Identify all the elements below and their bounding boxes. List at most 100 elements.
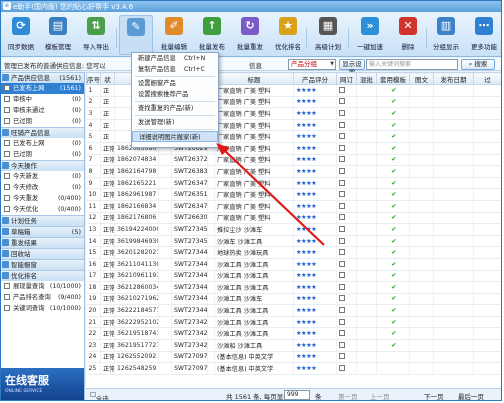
sidebar-group-0[interactable]: 产品供应信息 (1561)	[1, 72, 84, 83]
toolbar-button-6[interactable]: ↻ 批量重发	[233, 15, 267, 55]
last-page-link[interactable]: 最后一页	[458, 391, 484, 400]
sidebar-group-8[interactable]: 优化排名	[1, 270, 84, 281]
table-row[interactable]: 22正常36219518741 SWT273426 沙滩工具 沙滩工具★★★★ ✔	[86, 327, 501, 341]
category-select[interactable]: 产品分组 ▼	[288, 59, 336, 70]
toolbar-button-12[interactable]: ⋯ 更多功能	[467, 15, 501, 55]
row-checkbox[interactable]	[339, 260, 345, 267]
table-row[interactable]: 19正常36210271962 SWT273444 沙滩工具 沙滩车★★★★ ✔	[86, 293, 501, 306]
row-checkbox[interactable]	[339, 318, 345, 325]
sidebar-group-6[interactable]: 回收站	[1, 248, 84, 259]
row-checkbox[interactable]	[339, 225, 345, 232]
sidebar-item[interactable]: 审核中 (0)	[1, 94, 84, 105]
table-row[interactable]: 21正常36222952102 SWT273427 沙滩工具 沙滩工具★★★★ ✔	[86, 316, 501, 329]
menu-item[interactable]: 发送管理(新)	[132, 117, 218, 128]
row-checkbox[interactable]	[339, 214, 345, 221]
sidebar-item[interactable]: 今天重发 (0/400)	[1, 193, 84, 204]
sidebar-item[interactable]: 已发布上网 (1561)	[1, 83, 84, 94]
row-checkbox[interactable]	[339, 249, 345, 256]
menu-item[interactable]: 新建产品信息 Ctrl+N	[132, 53, 218, 64]
table-row[interactable]: 11正常1862166834 SWT263474 厂家直销 广美 塑料★★★★ ✔	[86, 200, 501, 213]
row-checkbox[interactable]	[339, 179, 345, 186]
toolbar-button-3[interactable]: ✎	[119, 15, 153, 55]
sidebar-item[interactable]: 展现量查询 (10/1000)	[1, 281, 84, 292]
sidebar-item[interactable]: 关键词查询 (10/1000)	[1, 303, 84, 314]
sidebar-item[interactable]: 已过期 (0)	[1, 149, 84, 160]
table-row[interactable]: 14正常36199846930 SWT273450 沙滩车 沙滩工具★★★★ ✔	[86, 235, 501, 248]
table-row[interactable]: 25正常1262548259 SWT270975 (基本信息) 中英文学★★★★	[86, 362, 501, 375]
row-checkbox[interactable]	[339, 237, 345, 244]
toolbar-button-0[interactable]: ⟳ 同步数据	[4, 15, 38, 55]
row-checkbox[interactable]	[339, 202, 345, 209]
toolbar-button-8[interactable]: ▦ 高级计划	[311, 15, 345, 55]
sidebar-group-2[interactable]: 今天操作	[1, 160, 84, 171]
row-checkbox[interactable]	[339, 144, 345, 151]
toolbar-button-11[interactable]: ▥ 分组显示	[429, 15, 463, 55]
grid-header-cell[interactable]: 序号	[86, 72, 101, 85]
grid-header-cell[interactable]: 过	[473, 72, 501, 85]
sidebar-item[interactable]: 今天优化 (0/400)	[1, 204, 84, 215]
per-page-select[interactable]: 999	[284, 390, 310, 400]
table-row[interactable]: 23正常36219517727 SWT273425 沙滩船 沙滩工具★★★★ ✔	[86, 339, 501, 352]
toolbar-button-9[interactable]: » 一键加速	[353, 15, 387, 55]
grid-header-cell[interactable]: 套用模板	[376, 72, 410, 85]
table-row[interactable]: 12正常1862176806 SWT266300 厂家直销 广美 塑料★★★★ ✔	[86, 212, 501, 225]
table-row[interactable]: 18正常36212860034 SWT273445 沙滩工具 沙滩工具★★★★ ✔	[86, 281, 501, 294]
row-checkbox[interactable]	[339, 341, 345, 348]
table-row[interactable]: 15正常36201282021 SWT273449 地球热卖 沙滩玩具★★★★ ✔	[86, 246, 501, 259]
grid-header-cell[interactable]: 网订	[336, 72, 357, 85]
table-row[interactable]: 20正常36222184577 SWT273440 沙滩工具 沙滩工具★★★★ ✔	[86, 304, 501, 317]
row-checkbox[interactable]	[339, 330, 345, 337]
row-checkbox[interactable]	[339, 353, 345, 360]
sidebar-item[interactable]: 已过期 (0)	[1, 116, 84, 127]
sidebar-item[interactable]: 已发布上网 (0)	[1, 138, 84, 149]
table-row[interactable]: 7正常1862074834 SWT263727 厂家直销 广美 塑料★★★★ ✔	[86, 154, 501, 167]
sidebar-item[interactable]: 产品排名查询 (9/400)	[1, 292, 84, 303]
menu-item[interactable]: 详细说明图片搬家(新)	[132, 131, 218, 142]
row-checkbox[interactable]	[339, 191, 345, 198]
grid-header-cell[interactable]: 图文	[409, 72, 434, 85]
online-service-banner[interactable]: 在线客服 ONLINE SERVICE	[1, 368, 84, 400]
row-checkbox[interactable]	[339, 98, 345, 105]
row-checkbox[interactable]	[339, 307, 345, 314]
row-checkbox[interactable]	[339, 133, 345, 140]
row-checkbox[interactable]	[339, 156, 345, 163]
toolbar-button-10[interactable]: ✕ 删除	[391, 15, 425, 55]
sidebar-item[interactable]: 今天新发 (0)	[1, 171, 84, 182]
sidebar-group-1[interactable]: 旺铺产品信息	[1, 127, 84, 138]
row-checkbox[interactable]	[339, 295, 345, 302]
row-checkbox[interactable]	[339, 109, 345, 116]
sidebar-group-4[interactable]: 草稿箱 (5)	[1, 226, 84, 237]
toolbar-button-1[interactable]: ▤ 模板管理	[41, 15, 75, 55]
menu-item[interactable]: 设置搜索推荐产品	[132, 89, 218, 100]
row-checkbox[interactable]	[339, 365, 345, 372]
toolbar-button-4[interactable]: ✐ 批量编辑	[157, 15, 191, 55]
table-row[interactable]: 24正常1262552092 SWT270979 (基本信息) 中英文学★★★★	[86, 351, 501, 364]
table-row[interactable]: 10正常1862961987 SWT263513 厂家直销 广美 塑料★★★★ ✔	[86, 188, 501, 201]
sidebar-item[interactable]: 今天修改 (0)	[1, 182, 84, 193]
first-page-link[interactable]: 第一页	[338, 391, 358, 400]
next-page-link[interactable]: 下一页	[424, 391, 444, 400]
search-input[interactable]: 输入关键词搜索	[366, 59, 458, 70]
sidebar-item[interactable]: 审核未通过 (0)	[1, 105, 84, 116]
grid-header-cell[interactable]: 产品评分	[293, 72, 337, 85]
table-row[interactable]: 8正常1862164798 SWT263833 厂家直销 广美 塑料★★★★ ✔	[86, 165, 501, 178]
show-settings-button[interactable]: 显示设置	[339, 59, 365, 77]
row-checkbox[interactable]	[339, 121, 345, 128]
sidebar-group-3[interactable]: 计划任务	[1, 215, 84, 226]
table-row[interactable]: 13正常36194224000 SWT273451 推拉尘沙 沙滩车★★★★ ✔	[86, 223, 501, 236]
prev-page-link[interactable]: 上一页	[370, 391, 390, 400]
select-all-checkbox[interactable]: ☐ 全选	[90, 391, 109, 400]
toolbar-button-7[interactable]: ★ 优化排名	[271, 15, 305, 55]
menu-item[interactable]: 设置橱窗产品	[132, 78, 218, 89]
row-checkbox[interactable]	[339, 86, 345, 93]
grid-header-cell[interactable]: 状	[100, 72, 115, 85]
table-row[interactable]: 16正常36211041130 SWT273447 沙滩工具 沙滩工具★★★★ ✔	[86, 258, 501, 271]
toolbar-button-2[interactable]: ⇅ 导入导出	[79, 15, 113, 55]
row-checkbox[interactable]	[339, 272, 345, 279]
menu-item[interactable]: 查找重复的产品(新)	[132, 103, 218, 114]
table-row[interactable]: 17正常36210961191 SWT273446 沙滩工具 沙滩工具★★★★ ✔	[86, 270, 501, 283]
sidebar-group-5[interactable]: 重发结果	[1, 237, 84, 248]
row-checkbox[interactable]	[339, 167, 345, 174]
sidebar-group-7[interactable]: 智能橱窗	[1, 259, 84, 270]
search-button[interactable]: ⌕ 搜索	[461, 59, 495, 70]
